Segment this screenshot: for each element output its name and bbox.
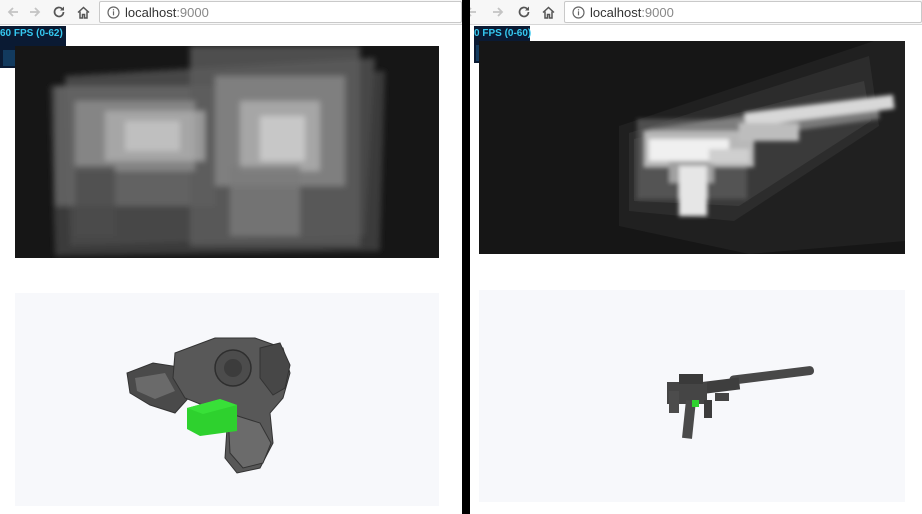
right-browser-window: localhost:9000 0 FPS (0-60) (470, 0, 922, 514)
rifle-mesh-render (667, 366, 815, 439)
home-icon (541, 5, 555, 19)
render-viewport-bottom[interactable] (479, 290, 905, 502)
forward-arrow-icon (493, 7, 504, 17)
left-browser-window: localhost:9000 60 FPS (0-62) (0, 0, 462, 514)
back-arrow-icon (470, 7, 476, 17)
reload-button[interactable] (49, 2, 69, 22)
url-host: localhost (590, 4, 642, 20)
fps-label: 60 FPS (0-62) (0, 28, 63, 39)
url-text: localhost:9000 (125, 5, 209, 20)
info-icon[interactable] (571, 5, 585, 19)
home-button[interactable] (538, 2, 558, 22)
monkey-head-volume-render (50, 46, 385, 256)
info-icon[interactable] (106, 5, 120, 19)
address-bar[interactable]: localhost:9000 (99, 1, 462, 23)
forward-arrow-icon (30, 7, 41, 17)
render-viewport-bottom[interactable] (15, 293, 439, 506)
address-bar[interactable]: localhost:9000 (564, 1, 922, 23)
browser-toolbar: localhost:9000 (470, 0, 922, 25)
browser-toolbar: localhost:9000 (0, 0, 462, 25)
reload-icon (53, 6, 65, 18)
home-icon (76, 5, 90, 19)
monkey-head-mesh-render (126, 337, 291, 474)
selected-face-highlight (692, 400, 699, 407)
home-button[interactable] (73, 2, 93, 22)
url-port: :9000 (176, 4, 209, 20)
reload-button[interactable] (514, 2, 534, 22)
render-viewport-top[interactable] (15, 46, 439, 258)
url-host: localhost (125, 4, 177, 20)
url-port: :9000 (641, 4, 674, 20)
back-arrow-icon (7, 7, 18, 17)
url-text: localhost:9000 (590, 5, 674, 20)
rifle-volume-render (619, 41, 905, 254)
reload-icon (518, 6, 530, 18)
window-divider (462, 0, 470, 514)
fps-label: 0 FPS (0-60) (474, 28, 532, 39)
forward-button[interactable] (488, 2, 508, 22)
back-button[interactable] (470, 2, 481, 22)
render-viewport-top[interactable] (479, 41, 905, 254)
forward-button[interactable] (25, 2, 45, 22)
back-button[interactable] (3, 2, 23, 22)
